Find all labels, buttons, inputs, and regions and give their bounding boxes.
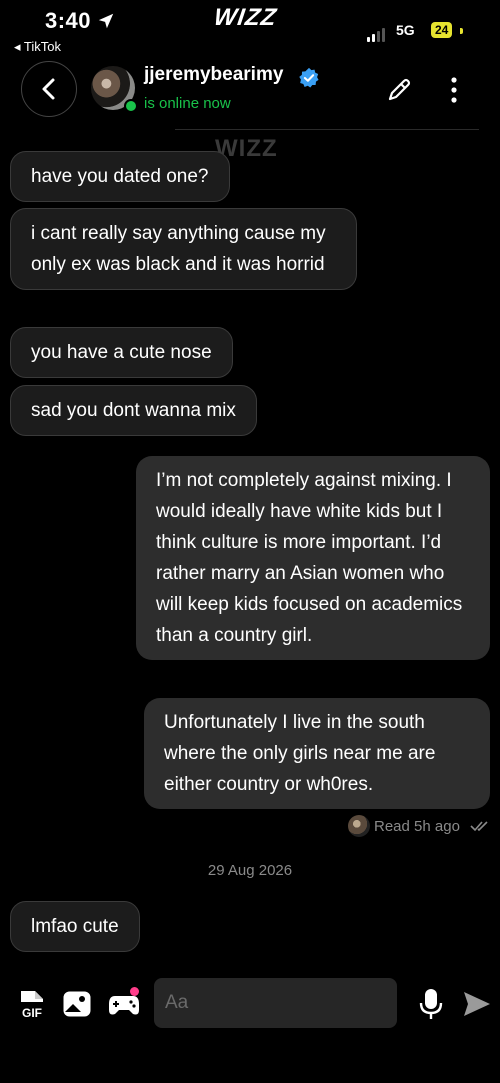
signal-icon: [367, 24, 387, 42]
verified-badge-icon: [299, 67, 319, 88]
online-indicator: [124, 99, 138, 113]
network-type: 5G: [396, 22, 415, 38]
status-time: 3:40: [45, 8, 92, 33]
more-options-icon[interactable]: [444, 75, 464, 105]
notification-dot: [130, 987, 139, 996]
date-separator: 29 Aug 2026: [207, 862, 293, 879]
send-icon[interactable]: [462, 990, 492, 1018]
pen-icon[interactable]: [385, 76, 413, 104]
brand-logo: WIZZ: [212, 4, 279, 31]
gif-icon[interactable]: GIF: [18, 989, 46, 1019]
photo-icon[interactable]: [62, 990, 92, 1018]
double-check-icon: [470, 821, 488, 832]
online-status: is online now: [144, 95, 231, 112]
message-incoming[interactable]: i cant really say anything cause my only…: [10, 208, 357, 290]
message-incoming[interactable]: you have a cute nose: [10, 327, 233, 378]
message-outgoing[interactable]: Unfortunately I live in the south where …: [144, 698, 490, 809]
chat-username[interactable]: jjeremybearimy: [144, 64, 283, 86]
gif-label: GIF: [22, 1006, 42, 1019]
back-to-app-link[interactable]: ◂ TikTok: [14, 39, 61, 55]
read-receipt: Read 5h ago: [374, 818, 460, 835]
microphone-icon[interactable]: [418, 988, 444, 1020]
back-button[interactable]: [21, 61, 77, 117]
battery-level: 24: [431, 22, 453, 38]
chevron-left-icon: [42, 78, 55, 100]
location-arrow-icon: [98, 13, 114, 29]
message-outgoing[interactable]: I’m not completely against mixing. I wou…: [136, 456, 490, 660]
header-divider: [175, 129, 479, 130]
battery-icon: [460, 28, 463, 34]
message-input[interactable]: [154, 978, 397, 1028]
message-incoming[interactable]: lmfao cute: [10, 901, 140, 952]
message-incoming[interactable]: sad you dont wanna mix: [10, 385, 257, 436]
read-receipt-avatar: [348, 815, 370, 837]
message-incoming[interactable]: have you dated one?: [10, 151, 230, 202]
